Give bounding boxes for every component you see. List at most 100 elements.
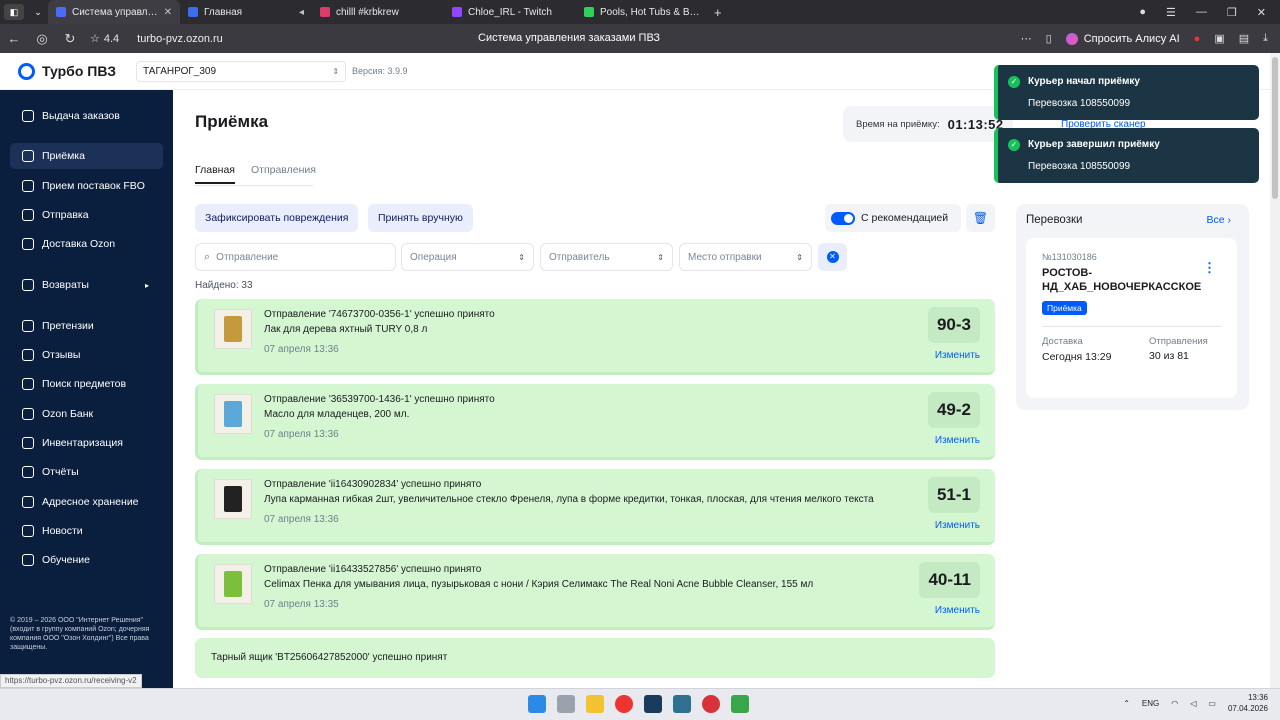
sidebar-item-inventory[interactable]: Инвентаризация bbox=[10, 430, 163, 456]
language-indicator[interactable]: ENG bbox=[1142, 699, 1159, 708]
sidebar-item-news[interactable]: Новости bbox=[10, 518, 163, 544]
steam-icon[interactable] bbox=[644, 695, 662, 713]
tab-main[interactable]: Главная bbox=[195, 164, 235, 184]
sidebar-item-search[interactable]: Поиск предметов bbox=[10, 371, 163, 397]
sidebar-item-label: Прием поставок FBO bbox=[42, 180, 145, 192]
toast-notification[interactable]: ✓ Курьер завершил приёмку Перевозка 1085… bbox=[994, 128, 1259, 183]
sidebar-item-education[interactable]: Обучение bbox=[10, 547, 163, 573]
tab-title: chilll #krbkrew bbox=[336, 6, 399, 18]
recommendation-toggle-box[interactable]: С рекомендацией bbox=[825, 204, 961, 232]
sidebar-item-storage[interactable]: Адресное хранение bbox=[10, 489, 163, 515]
site-rating[interactable]: ☆ 4.4 bbox=[90, 32, 120, 46]
sidebar-item-label: Возвраты bbox=[42, 279, 89, 291]
restore-icon[interactable]: ❐ bbox=[1227, 6, 1237, 19]
tray-chevron-icon[interactable]: ⌃ bbox=[1123, 699, 1130, 708]
sidebar-item-delivery[interactable]: Доставка Ozon bbox=[10, 231, 163, 257]
sidebar-item-issue[interactable]: Выдача заказов bbox=[10, 103, 163, 129]
edit-link[interactable]: Изменить bbox=[935, 520, 980, 531]
star-icon: ☆ bbox=[90, 33, 100, 45]
tabs-dropdown-icon[interactable]: ⌄ bbox=[28, 4, 48, 20]
recommendation-toggle[interactable] bbox=[831, 211, 855, 225]
close-tab-icon[interactable]: ✕ bbox=[164, 7, 172, 18]
app-icon[interactable] bbox=[673, 695, 691, 713]
page-scrollbar[interactable] bbox=[1270, 53, 1280, 688]
minimize-icon[interactable]: — bbox=[1196, 6, 1207, 19]
pvz-select[interactable]: ТАГАНРОГ_309 ⇕ bbox=[136, 60, 347, 82]
address-bar: ← ◎ ↻ ☆ 4.4 turbo-pvz.ozon.ru Система уп… bbox=[0, 24, 1280, 53]
menu-icon[interactable]: ☰ bbox=[1166, 6, 1176, 19]
toast-notification[interactable]: ✓ Курьер начал приёмку Перевозка 1085500… bbox=[994, 65, 1259, 120]
claim-icon bbox=[22, 320, 34, 332]
sidebar-item-reports[interactable]: Отчёты bbox=[10, 459, 163, 485]
browser-tab-2[interactable]: Главная ◂ bbox=[180, 0, 312, 24]
delivery-label: Доставка bbox=[1042, 336, 1083, 347]
delete-button[interactable]: 🗑 bbox=[966, 204, 995, 232]
accept-manually-button[interactable]: Принять вручную bbox=[368, 204, 473, 232]
browser-tab-4[interactable]: Chloe_IRL - Twitch bbox=[444, 0, 576, 24]
shipment-description: Celimax Пенка для умывания лица, пузырьк… bbox=[264, 579, 814, 590]
app-logo[interactable]: Турбо ПВЗ bbox=[18, 62, 116, 80]
wifi-icon[interactable]: ◠ bbox=[1171, 699, 1178, 708]
recorder-icon[interactable] bbox=[702, 695, 720, 713]
page-tabs: Главная Отправления bbox=[195, 164, 316, 184]
tab-shipments[interactable]: Отправления bbox=[251, 164, 316, 184]
timer-label: Время на приёмку: bbox=[856, 118, 940, 130]
news-icon bbox=[22, 525, 34, 537]
browser-menu-icon[interactable]: ◧ bbox=[4, 4, 24, 20]
sidebar-item-sending[interactable]: Отправка bbox=[10, 202, 163, 228]
protect-icon[interactable]: ◎ bbox=[28, 31, 56, 47]
more-icon[interactable]: ⋯ bbox=[1021, 32, 1032, 45]
storage-cell: 40-11 bbox=[919, 562, 980, 598]
trips-all-link[interactable]: Все › bbox=[1206, 214, 1231, 226]
sidebar-item-reviews[interactable]: Отзывы bbox=[10, 342, 163, 368]
browser-tab-5[interactable]: Pools, Hot Tubs & Bikinis S bbox=[576, 0, 708, 24]
sidebar-toggle-icon[interactable]: ▤ bbox=[1239, 32, 1249, 45]
sender-select[interactable]: Отправитель ⇕ bbox=[540, 243, 673, 271]
tab-title: Chloe_IRL - Twitch bbox=[468, 6, 552, 18]
system-tray: ⌃ ENG ◠ ◁ ▭ 13:36 07.04.2026 bbox=[1123, 692, 1268, 714]
sidebar-item-fbo[interactable]: Прием поставок FBO bbox=[10, 173, 163, 199]
scrollbar-thumb[interactable] bbox=[1272, 57, 1278, 199]
close-window-icon[interactable]: ✕ bbox=[1257, 6, 1266, 19]
extension-icon[interactable]: ● bbox=[1194, 33, 1201, 45]
rating-value: 4.4 bbox=[103, 32, 120, 45]
sidebar-item-bank[interactable]: Ozon Банк bbox=[10, 401, 163, 427]
edit-link[interactable]: Изменить bbox=[935, 605, 980, 616]
battery-icon[interactable]: ▭ bbox=[1208, 699, 1216, 708]
profile-icon[interactable]: ● bbox=[1139, 6, 1146, 19]
place-select[interactable]: Место отправки ⇕ bbox=[679, 243, 812, 271]
mute-tab-icon[interactable]: ◂ bbox=[299, 7, 304, 18]
record-damage-button[interactable]: Зафиксировать повреждения bbox=[195, 204, 359, 232]
shipment-card: Отправление '36539700-1436-1' успешно пр… bbox=[195, 384, 995, 460]
sidebar-item-returns[interactable]: Возвраты ▸ bbox=[10, 272, 163, 298]
return-icon bbox=[22, 279, 34, 291]
task-view-icon[interactable] bbox=[557, 695, 575, 713]
tab-favicon-icon bbox=[584, 7, 594, 17]
explorer-icon[interactable] bbox=[586, 695, 604, 713]
new-tab-icon[interactable]: + bbox=[714, 5, 722, 20]
back-icon[interactable]: ← bbox=[0, 31, 28, 46]
alice-button[interactable]: Спросить Алису AI bbox=[1065, 32, 1180, 45]
clock[interactable]: 13:36 07.04.2026 bbox=[1228, 692, 1268, 714]
shipment-search-input[interactable]: ⌕ Отправление bbox=[195, 243, 396, 271]
sidebar-item-label: Отзывы bbox=[42, 349, 81, 361]
volume-icon[interactable]: ◁ bbox=[1190, 699, 1196, 708]
edit-link[interactable]: Изменить bbox=[935, 435, 980, 446]
app-icon[interactable] bbox=[731, 695, 749, 713]
bookmark-icon[interactable]: ▯ bbox=[1046, 32, 1052, 45]
reload-icon[interactable]: ↻ bbox=[56, 31, 84, 47]
browser-tab-1[interactable]: Система управления ✕ bbox=[48, 0, 180, 24]
operation-select[interactable]: Операция ⇕ bbox=[401, 243, 534, 271]
browser-tab-3[interactable]: chilll #krbkrew bbox=[312, 0, 444, 24]
sidebar-item-receiving[interactable]: Приёмка bbox=[10, 143, 163, 169]
clear-filters-button[interactable]: ✕ bbox=[818, 243, 847, 271]
start-icon[interactable] bbox=[528, 695, 546, 713]
sidebar-item-claims[interactable]: Претензии bbox=[10, 313, 163, 339]
shipment-status: Отправление 'ii16433527856' успешно прин… bbox=[264, 564, 482, 575]
edit-link[interactable]: Изменить bbox=[935, 350, 980, 361]
url-field[interactable]: turbo-pvz.ozon.ru bbox=[137, 33, 223, 45]
download-icon[interactable]: ⤓ bbox=[1263, 32, 1268, 45]
screenshot-icon[interactable]: ▣ bbox=[1214, 32, 1224, 45]
trip-card[interactable]: №131030186 ⋮ РОСТОВ-НД_ХАБ_НОВОЧЕРКАССКО… bbox=[1026, 238, 1237, 398]
yandex-browser-icon[interactable] bbox=[615, 695, 633, 713]
